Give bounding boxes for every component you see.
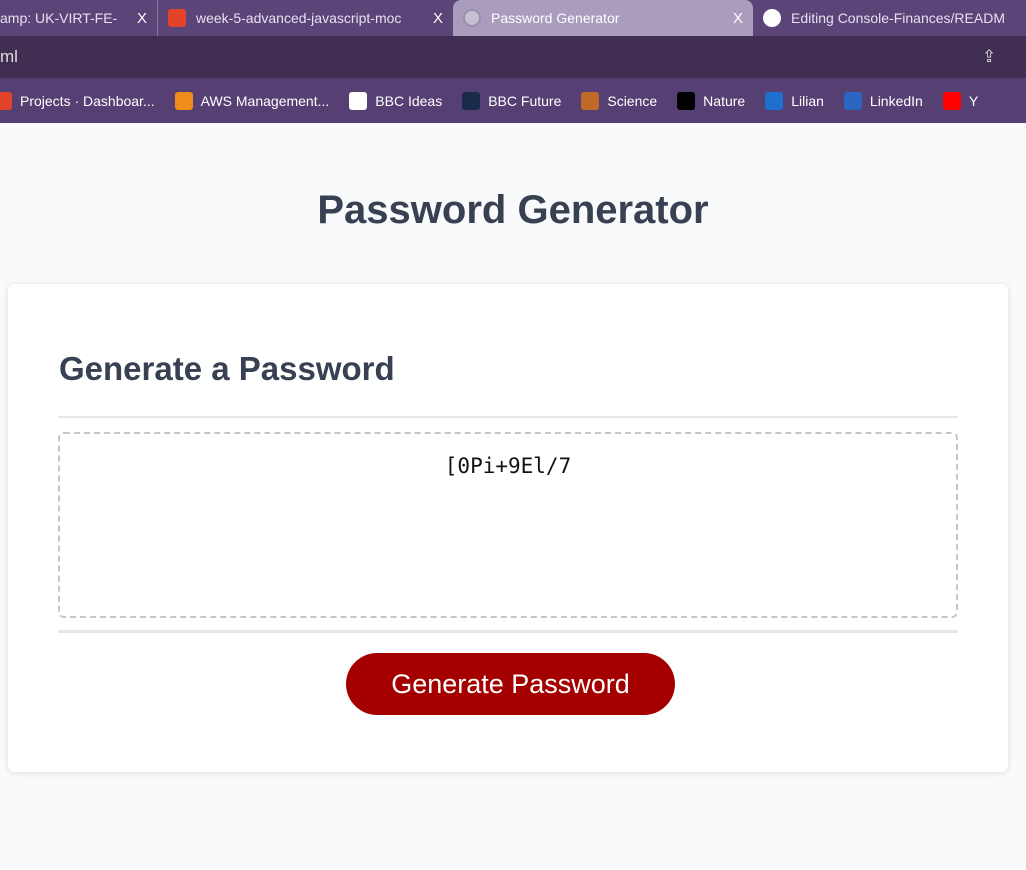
bookmarks-bar: Projects · Dashboar... AWS Management... B… — [0, 78, 1026, 123]
github-icon — [763, 9, 781, 27]
share-icon[interactable]: ⇪ — [982, 47, 996, 67]
generate-password-button[interactable]: Generate Password — [346, 653, 675, 715]
tab-label: week-5-advanced-javascript-moc — [196, 10, 402, 26]
close-icon[interactable]: X — [433, 10, 443, 27]
password-card: Generate a Password [0Pi+9El/7 Generate … — [8, 284, 1008, 772]
close-icon[interactable]: X — [137, 10, 147, 27]
tab-github[interactable]: Editing Console-Finances/READM — [753, 0, 1026, 36]
tab-label: Password Generator — [491, 10, 620, 26]
password-output[interactable]: [0Pi+9El/7 — [58, 432, 958, 618]
tab-strip: amp: UK-VIRT-FE- X week-5-advanced-javasc… — [0, 0, 1026, 36]
bookmark-icon — [349, 91, 368, 110]
bookmark-label: Y — [968, 92, 979, 109]
bookmark-label: Projects · Dashboar... — [20, 92, 155, 109]
bookmark-item[interactable]: Y — [942, 91, 979, 110]
bookmark-icon — [765, 91, 784, 110]
address-bar[interactable]: ml ⇪ — [0, 36, 1026, 78]
bookmark-label: AWS Management... — [200, 92, 330, 109]
bookmark-icon — [0, 91, 12, 110]
page-title: Password Generator — [317, 188, 709, 232]
tab-week5[interactable]: week-5-advanced-javascript-moc X — [157, 0, 453, 36]
bookmark-icon — [581, 91, 600, 110]
globe-icon — [463, 9, 481, 27]
bookmark-item[interactable]: Nature — [677, 91, 746, 110]
tab-label: amp: UK-VIRT-FE- — [0, 10, 118, 26]
bookmark-item[interactable]: Projects · Dashboar... — [0, 91, 155, 110]
divider — [58, 630, 958, 633]
bookmark-item[interactable]: BBC Future — [462, 91, 562, 110]
gitlab-icon — [168, 9, 186, 27]
tab-password-generator[interactable]: Password Generator X — [453, 0, 753, 36]
bookmark-label: Lilian — [791, 92, 824, 109]
card-title: Generate a Password — [59, 350, 395, 387]
tab-label: Editing Console-Finances/READM — [791, 10, 1005, 26]
bookmark-icon — [174, 91, 193, 110]
bookmark-label: Nature — [703, 92, 746, 109]
bookmark-icon — [942, 91, 961, 110]
bookmark-label: BBC Ideas — [375, 92, 443, 109]
bookmark-item[interactable]: AWS Management... — [174, 91, 330, 110]
bookmark-label: LinkedIn — [869, 92, 923, 109]
bookmark-item[interactable]: BBC Ideas — [349, 91, 443, 110]
bookmark-item[interactable]: Science — [581, 91, 658, 110]
url-text: ml — [0, 47, 18, 66]
bookmark-item[interactable]: Lilian — [765, 91, 824, 110]
bookmark-icon — [462, 91, 481, 110]
close-icon[interactable]: X — [733, 10, 743, 27]
divider — [58, 416, 958, 418]
bookmark-icon — [843, 91, 862, 110]
tab-bootcamp[interactable]: amp: UK-VIRT-FE- X — [0, 0, 157, 36]
bookmark-item[interactable]: LinkedIn — [843, 91, 923, 110]
bookmark-label: Science — [607, 92, 658, 109]
bookmark-icon — [677, 91, 696, 110]
bookmark-label: BBC Future — [488, 92, 562, 109]
